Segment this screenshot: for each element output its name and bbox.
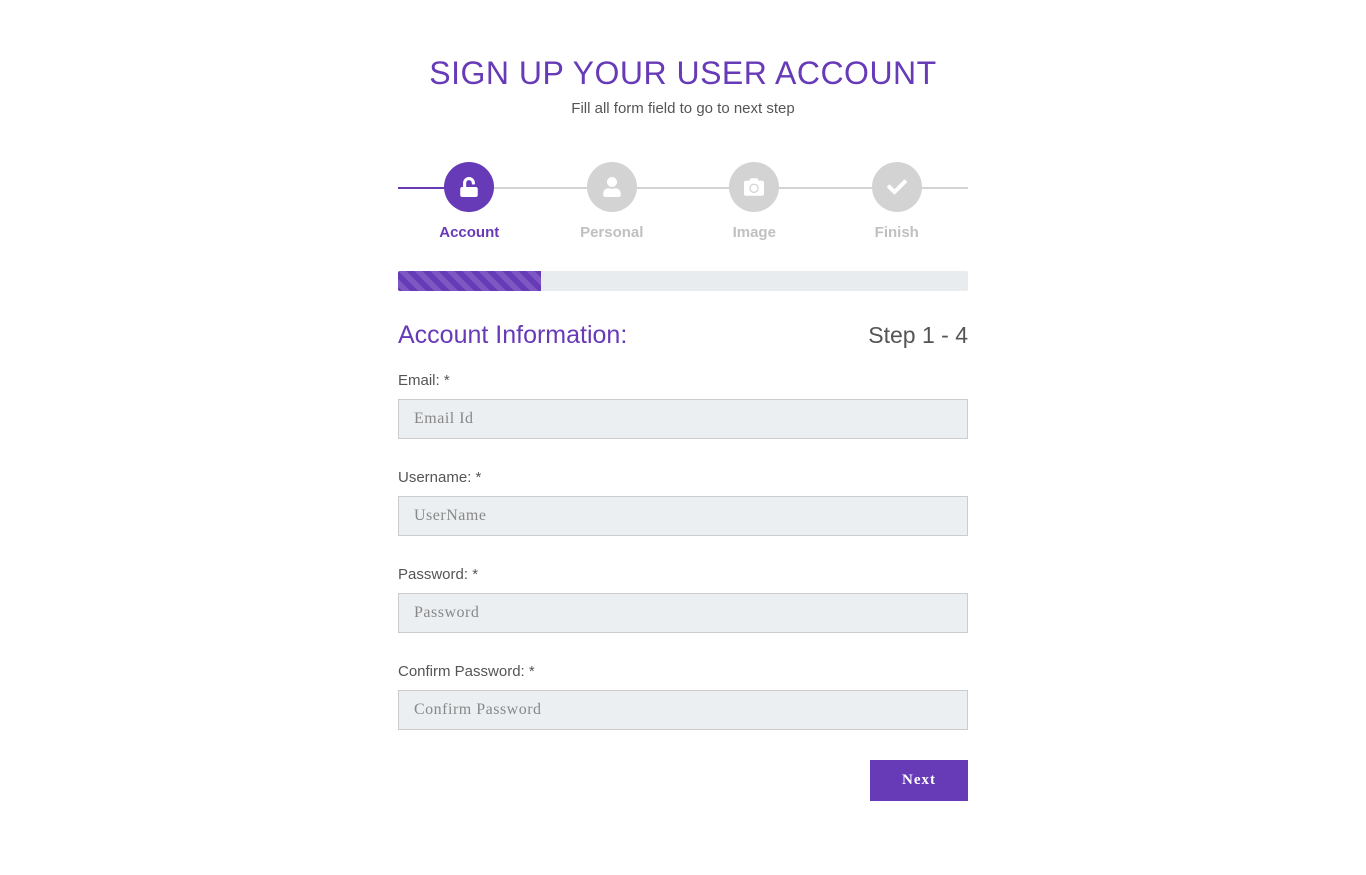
step-account: Account [398, 162, 541, 241]
page-title: SIGN UP YOUR USER ACCOUNT [398, 55, 968, 92]
step-label: Image [683, 224, 826, 241]
step-label: Finish [826, 224, 969, 241]
form-title: Account Information: [398, 321, 627, 350]
lock-open-icon [444, 162, 494, 212]
signup-container: SIGN UP YOUR USER ACCOUNT Fill all form … [398, 0, 968, 801]
user-icon [587, 162, 637, 212]
confirm-password-label: Confirm Password: * [398, 663, 968, 680]
username-field[interactable] [398, 496, 968, 536]
username-label: Username: * [398, 469, 968, 486]
step-image: Image [683, 162, 826, 241]
page-subtitle: Fill all form field to go to next step [398, 100, 968, 117]
step-label: Personal [541, 224, 684, 241]
step-label: Account [398, 224, 541, 241]
progress-bar [398, 271, 968, 291]
step-counter: Step 1 - 4 [868, 322, 968, 349]
email-label: Email: * [398, 372, 968, 389]
next-button[interactable]: Next [870, 760, 968, 801]
progress-fill [398, 271, 541, 291]
step-personal: Personal [541, 162, 684, 241]
password-label: Password: * [398, 566, 968, 583]
email-field[interactable] [398, 399, 968, 439]
password-field[interactable] [398, 593, 968, 633]
camera-icon [729, 162, 779, 212]
form-header: Account Information: Step 1 - 4 [398, 321, 968, 350]
step-finish: Finish [826, 162, 969, 241]
confirm-password-field[interactable] [398, 690, 968, 730]
step-indicator: Account Personal Image Finish [398, 162, 968, 241]
check-icon [872, 162, 922, 212]
